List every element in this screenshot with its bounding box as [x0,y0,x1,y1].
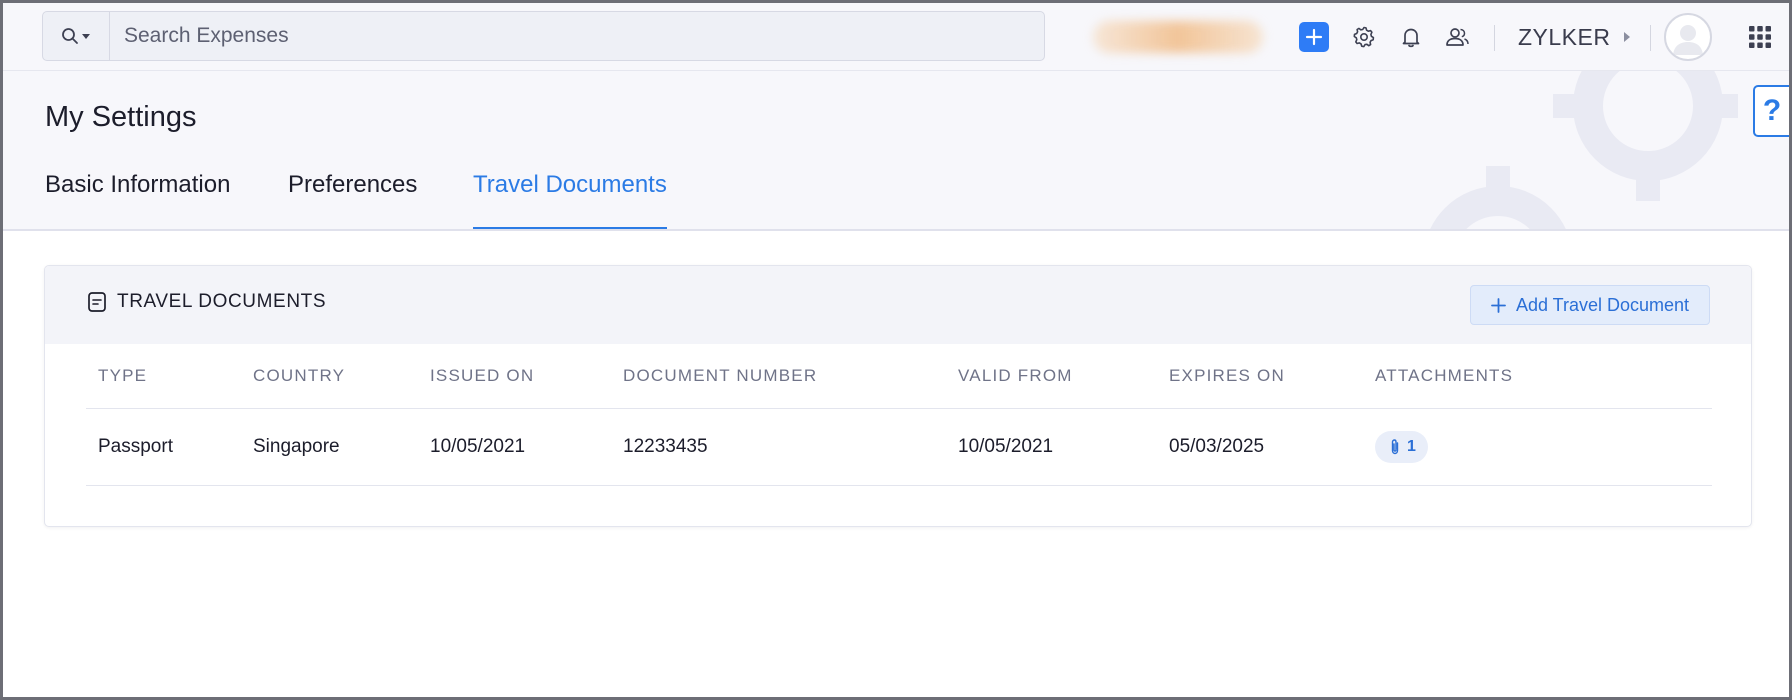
divider [1650,25,1651,51]
divider [1494,25,1495,51]
plus-icon [1491,297,1506,313]
card-title-text: TRAVEL DOCUMENTS [117,291,327,312]
org-name: ZYLKER [1518,23,1611,50]
column-header-country: COUNTRY [241,344,418,409]
search-icon [62,28,78,44]
gear-icon [1353,26,1375,48]
tab-travel-documents[interactable]: Travel Documents [473,171,667,229]
search-input[interactable] [110,12,1044,60]
column-header-attachments: ATTACHMENTS [1363,344,1712,409]
cell-document-number: 12233435 [611,408,946,486]
column-header-type: TYPE [86,344,241,409]
search-bar [42,11,1045,61]
quick-create-button[interactable] [1299,22,1329,52]
column-header-valid-from: VALID FROM [946,344,1157,409]
add-travel-document-button[interactable]: Add Travel Document [1470,285,1710,325]
cell-country: Singapore [241,408,418,486]
attachments-badge[interactable]: 1 [1375,430,1428,463]
card-header: TRAVEL DOCUMENTS Add Travel Document [45,266,1751,344]
bell-icon [1402,28,1420,48]
column-header-document-number: DOCUMENT NUMBER [611,344,946,409]
column-header-issued-on: ISSUED ON [418,344,611,409]
top-bar: ZYLKER [3,3,1789,71]
app-window: ZYLKER [0,0,1792,700]
tab-basic-information[interactable]: Basic Information [45,171,230,229]
cell-expires-on: 05/03/2025 [1157,408,1363,486]
search-filter-dropdown[interactable] [43,12,110,60]
blurred-info [1093,21,1263,53]
table-header-row: TYPE COUNTRY ISSUED ON DOCUMENT NUMBER V… [86,344,1712,409]
tab-preferences[interactable]: Preferences [288,171,417,229]
settings-header: My Settings Basic Information Preference… [3,71,1789,231]
page-title: My Settings [45,101,197,133]
apps-menu-button[interactable] [1743,20,1777,54]
caret-down-icon [82,34,90,39]
cell-type: Passport [86,408,241,486]
help-button[interactable]: ? [1753,85,1789,137]
org-switcher[interactable]: ZYLKER [1518,21,1632,53]
card-title: TRAVEL DOCUMENTS [87,291,326,313]
travel-documents-card: TRAVEL DOCUMENTS Add Travel Document TYP… [44,265,1752,527]
avatar[interactable] [1664,13,1712,61]
cell-attachments: 1 [1363,408,1712,486]
column-header-expires-on: EXPIRES ON [1157,344,1363,409]
caret-right-icon [1624,32,1631,42]
travel-documents-table: TYPE COUNTRY ISSUED ON DOCUMENT NUMBER V… [86,344,1712,486]
paperclip-icon [1391,438,1399,454]
cell-valid-from: 10/05/2021 [946,408,1157,486]
settings-button[interactable] [1348,21,1380,53]
add-button-label: Add Travel Document [1515,294,1690,315]
apps-grid-icon [1749,26,1771,48]
table-row[interactable]: Passport Singapore 10/05/2021 12233435 1… [86,408,1712,486]
user-icon [1673,25,1703,55]
users-button[interactable] [1441,21,1473,53]
users-icon [1446,28,1469,46]
gears-decoration-icon [1430,71,1738,229]
plus-icon [1305,28,1323,46]
document-icon [88,292,106,312]
cell-issued-on: 10/05/2021 [418,408,611,486]
notifications-button[interactable] [1395,21,1427,53]
attachments-count: 1 [1407,437,1416,455]
